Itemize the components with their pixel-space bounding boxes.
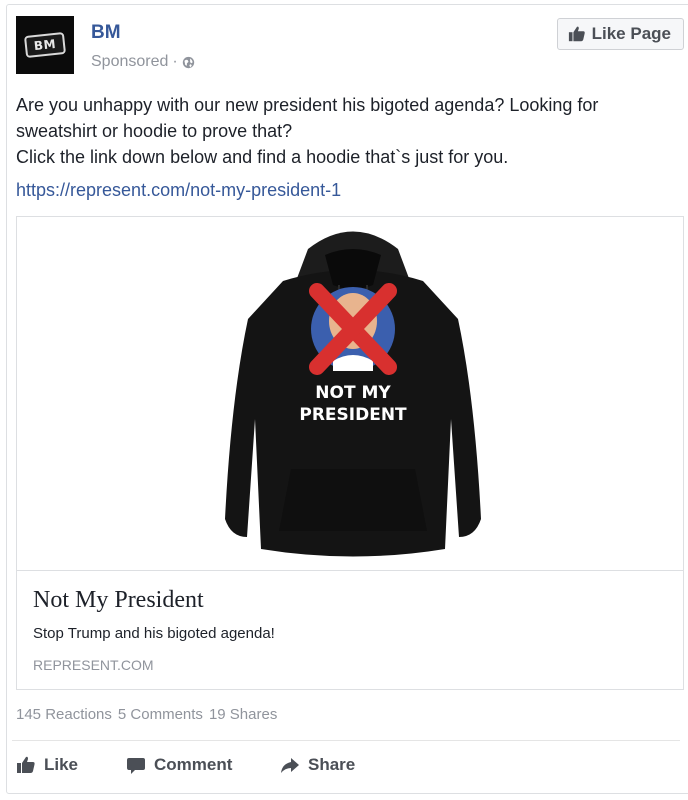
attachment-title[interactable]: Not My President [33,587,204,614]
comment-icon [127,758,145,774]
share-button[interactable]: Share [280,752,390,778]
globe-icon [182,56,194,68]
attachment-description: Stop Trump and his bigoted agenda! [33,625,275,642]
comment-button[interactable]: Comment [126,752,280,778]
like-button[interactable]: Like [16,752,126,778]
post-text-line: Click the link down below and find a hoo… [16,147,509,167]
attachment-image[interactable]: NOT MY PRESIDENT [17,217,683,571]
hoodie-print-line-1: NOT MY [315,383,391,403]
actions-divider [12,740,680,741]
thumbs-up-icon [568,26,585,42]
page-name-link[interactable]: BM [91,22,121,44]
page-avatar[interactable]: BM [16,16,74,74]
reactions-count[interactable]: 145 Reactions [16,706,112,723]
shares-count[interactable]: 19 Shares [209,706,277,723]
post-text-line: Are you unhappy with our new president h… [16,95,599,115]
thumbs-up-icon [17,756,35,773]
post-body-text: Are you unhappy with our new president h… [16,92,676,170]
link-attachment[interactable]: NOT MY PRESIDENT Not My President Stop T… [16,216,684,690]
post-header: BM BM Sponsored · Like Page [16,16,684,80]
post-text-line: sweatshirt or hoodie to prove that? [16,121,293,141]
engagement-stats: 145 Reactions 5 Comments 19 Shares [16,706,277,723]
avatar-logo-text: BM [23,31,67,59]
meta-separator: · [172,53,178,70]
post-actions-bar: Like Comment Share [16,752,390,778]
post-meta: Sponsored · [91,53,195,71]
share-label: Share [308,755,356,774]
like-label: Like [44,755,79,774]
like-page-label: Like Page [591,24,671,43]
attachment-domain: REPRESENT.COM [33,657,154,673]
comments-count[interactable]: 5 Comments [118,706,203,723]
sponsored-label[interactable]: Sponsored [91,53,168,71]
post-url-link[interactable]: https://represent.com/not-my-president-1 [16,180,341,201]
like-page-button[interactable]: Like Page [556,18,684,50]
share-icon [281,758,299,773]
hoodie-print-line-2: PRESIDENT [299,405,407,425]
comment-label: Comment [154,755,233,774]
